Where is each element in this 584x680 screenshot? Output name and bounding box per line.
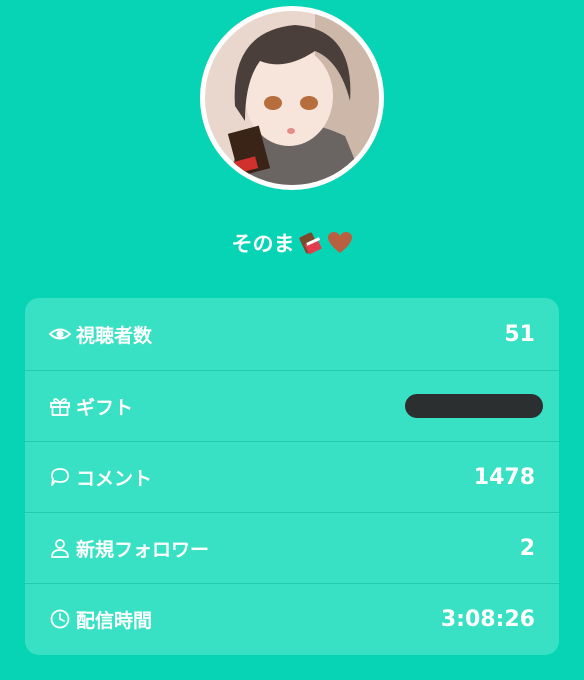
stat-row-new-followers: 新規フォロワー 2 (25, 512, 559, 583)
stat-label: 配信時間 (76, 609, 153, 632)
stats-card: 視聴者数 51 ギフト コメント 1478 新規フォロワー 2 配信時間 3:0… (25, 298, 559, 655)
avatar-image (205, 11, 379, 185)
stat-row-stream-time: 配信時間 3:08:26 (25, 583, 559, 654)
eye-icon (49, 323, 71, 345)
redacted-value (405, 394, 543, 418)
stat-row-viewers: 視聴者数 51 (25, 298, 559, 370)
stat-row-gift: ギフト (25, 370, 559, 441)
clock-icon (49, 608, 71, 630)
streamer-name: そのま (0, 228, 584, 258)
stat-value: 1478 (473, 464, 535, 490)
gift-icon (49, 395, 71, 417)
stat-value: 51 (504, 321, 535, 347)
stat-label: 新規フォロワー (76, 538, 210, 561)
comment-icon (49, 466, 71, 488)
stat-value: 2 (519, 535, 535, 561)
name-text: そのま (231, 232, 295, 256)
stat-value: 3:08:26 (440, 606, 535, 632)
stat-label: ギフト (76, 396, 134, 419)
stat-label: コメント (76, 467, 153, 490)
stat-row-comments: コメント 1478 (25, 441, 559, 512)
person-icon (49, 537, 71, 559)
avatar (200, 6, 384, 190)
stat-label: 視聴者数 (76, 324, 153, 347)
chocolate-bar-icon (299, 232, 322, 255)
brown-heart-icon (327, 232, 352, 253)
